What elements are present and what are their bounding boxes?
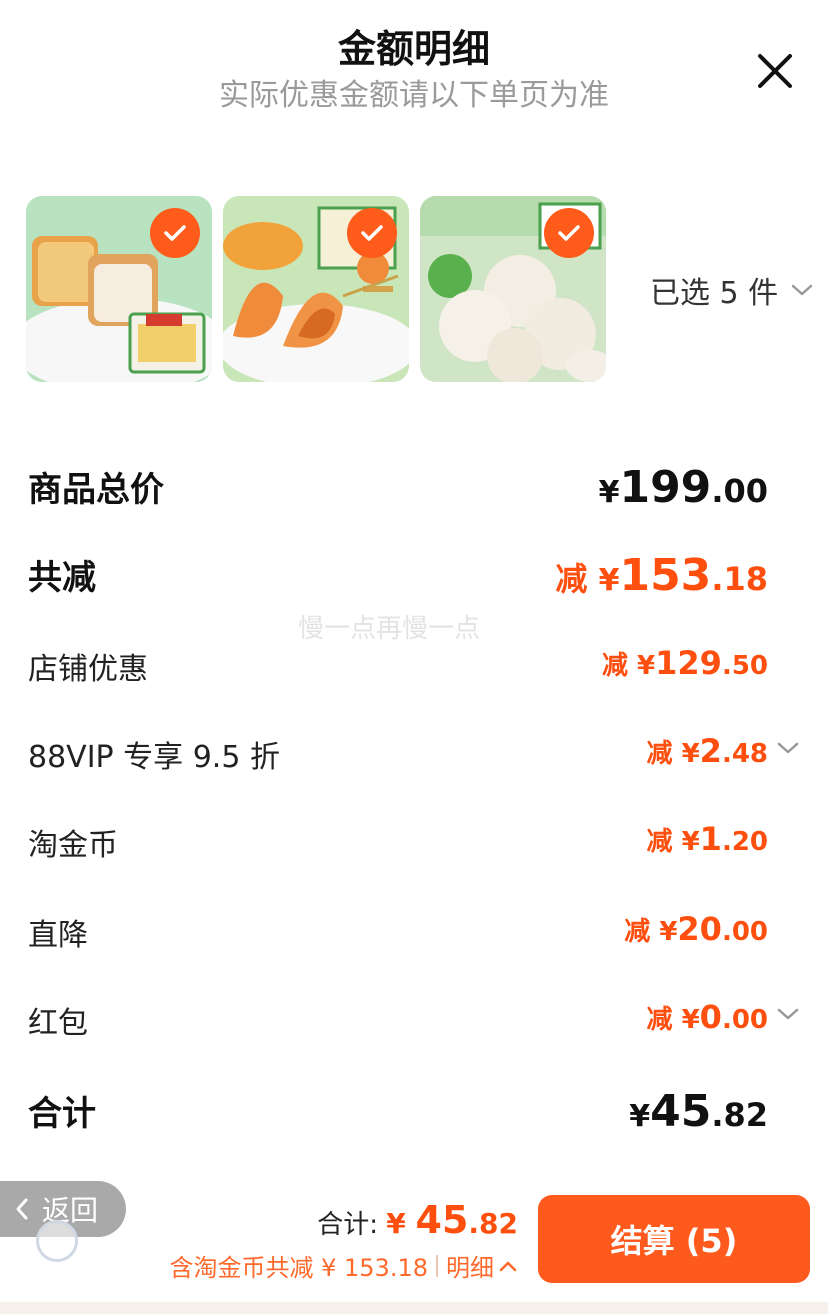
product-thumb-fish-balls[interactable] bbox=[420, 196, 606, 382]
row-amount: 减 ¥20.00 bbox=[624, 910, 768, 948]
selected-count-toggle[interactable]: 已选 5 件 bbox=[650, 268, 814, 312]
row-amount: 减 ¥153.18 bbox=[555, 550, 768, 601]
currency-symbol: ¥ bbox=[659, 917, 678, 947]
amount-dec: .20 bbox=[721, 827, 768, 857]
discount-text: 含淘金币共减 ¥ 153.18 bbox=[169, 1254, 428, 1282]
detail-label: 明细 bbox=[446, 1254, 494, 1282]
amount-dec: .00 bbox=[711, 472, 768, 510]
row-label: 合计 bbox=[28, 1094, 96, 1134]
product-thumb-fish-roe-bun[interactable] bbox=[223, 196, 409, 382]
checkout-button[interactable]: 结算 (5) bbox=[538, 1195, 810, 1283]
bottom-discount-summary[interactable]: 含淘金币共减 ¥ 153.18 明细 bbox=[169, 1248, 518, 1283]
amount-int: 0 bbox=[699, 998, 722, 1036]
total-int: 45 bbox=[415, 1198, 469, 1242]
selected-check-icon[interactable] bbox=[544, 208, 594, 258]
divider bbox=[436, 1254, 438, 1277]
row-store-discount: 店铺优惠 减 ¥129.50 bbox=[28, 644, 800, 704]
amount-int: 20 bbox=[677, 910, 722, 948]
amount-int: 2 bbox=[699, 732, 722, 770]
row-amount: ¥199.00 bbox=[599, 462, 768, 513]
reduce-prefix: 减 bbox=[646, 1005, 682, 1035]
page-title: 金额明细 bbox=[337, 27, 490, 71]
currency-symbol: ¥ bbox=[637, 651, 656, 681]
amount-dec: .50 bbox=[721, 651, 768, 681]
close-button[interactable] bbox=[752, 48, 798, 94]
row-total-price: 商品总价 ¥199.00 bbox=[28, 462, 800, 522]
currency-symbol: ¥ bbox=[681, 827, 700, 857]
selected-check-icon[interactable] bbox=[347, 208, 397, 258]
row-label: 红包 bbox=[28, 1006, 88, 1041]
product-thumb-fish-tofu[interactable] bbox=[26, 196, 212, 382]
reduce-prefix: 减 bbox=[646, 739, 682, 769]
amount-dec: .82 bbox=[711, 1096, 768, 1134]
selected-check-icon[interactable] bbox=[150, 208, 200, 258]
currency-symbol: ¥ bbox=[681, 1005, 700, 1035]
row-sum: 合计 ¥45.82 bbox=[28, 1086, 800, 1146]
page-subtitle: 实际优惠金额请以下单页为准 bbox=[219, 78, 609, 113]
floating-assistive-button[interactable] bbox=[36, 1220, 78, 1262]
row-label: 88VIP 专享 9.5 折 bbox=[28, 740, 280, 775]
row-direct-reduce: 直降 减 ¥20.00 bbox=[28, 910, 800, 970]
amount-int: 1 bbox=[699, 820, 722, 858]
watermark: 慢一点再慢一点 bbox=[298, 614, 481, 644]
reduce-prefix: 减 bbox=[646, 827, 682, 857]
row-amount: 减 ¥0.00 bbox=[647, 998, 768, 1036]
row-taojinbi: 淘金币 减 ¥1.20 bbox=[28, 820, 800, 880]
row-label: 商品总价 bbox=[28, 470, 164, 510]
chevron-up-icon bbox=[499, 1261, 517, 1271]
close-icon bbox=[758, 54, 792, 88]
amount-dec: .48 bbox=[721, 739, 768, 769]
amount-int: 199 bbox=[619, 462, 712, 513]
row-vip-discount[interactable]: 88VIP 专享 9.5 折 减 ¥2.48 bbox=[28, 732, 800, 792]
amount-dec: .00 bbox=[721, 1005, 768, 1035]
row-red-packet[interactable]: 红包 减 ¥0.00 bbox=[28, 998, 800, 1058]
row-label: 店铺优惠 bbox=[28, 652, 148, 687]
row-label: 共减 bbox=[28, 558, 96, 598]
currency-symbol: ¥ bbox=[681, 739, 700, 769]
row-amount: ¥45.82 bbox=[629, 1086, 768, 1137]
amount-dec: .00 bbox=[721, 917, 768, 947]
row-total-reduce: 共减 减 ¥153.18 bbox=[28, 550, 800, 610]
total-currency: ¥ bbox=[386, 1207, 416, 1240]
header: 金额明细 实际优惠金额请以下单页为准 bbox=[0, 0, 828, 120]
amount-int: 153 bbox=[619, 550, 712, 601]
row-label: 直降 bbox=[28, 918, 88, 953]
chevron-left-icon bbox=[16, 1198, 28, 1220]
row-amount: 减 ¥129.50 bbox=[602, 644, 768, 682]
reduce-prefix: 减 bbox=[624, 917, 660, 947]
total-label: 合计: bbox=[317, 1210, 387, 1240]
chevron-down-icon bbox=[791, 284, 813, 296]
amount-dec: .18 bbox=[711, 560, 768, 598]
amount-int: 45 bbox=[650, 1086, 712, 1137]
reduce-prefix: 减 bbox=[601, 651, 638, 681]
bottom-strip bbox=[0, 1302, 828, 1314]
row-amount: 减 ¥2.48 bbox=[647, 732, 768, 770]
chevron-down-icon bbox=[777, 742, 799, 754]
row-label: 淘金币 bbox=[28, 828, 118, 863]
currency-symbol: ¥ bbox=[598, 475, 620, 510]
currency-symbol: ¥ bbox=[598, 563, 620, 598]
reduce-prefix: 减 bbox=[555, 560, 599, 598]
amount-int: 129 bbox=[655, 644, 722, 682]
bottom-total: 合计: ¥ 45.82 bbox=[317, 1198, 518, 1242]
chevron-down-icon bbox=[777, 1008, 799, 1020]
selected-count-label: 已选 5 件 bbox=[650, 276, 779, 311]
total-dec: .82 bbox=[468, 1207, 518, 1240]
currency-symbol: ¥ bbox=[629, 1099, 651, 1134]
row-amount: 减 ¥1.20 bbox=[647, 820, 768, 858]
